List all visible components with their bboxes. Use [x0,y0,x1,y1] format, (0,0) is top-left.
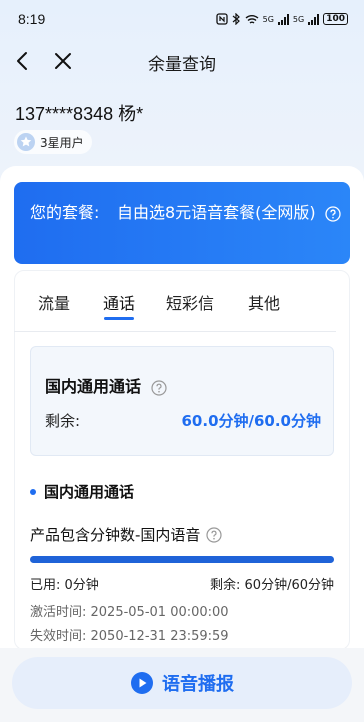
signal-icon-2 [308,13,320,25]
tab-calls[interactable]: 通话 [103,290,135,314]
user-phone: 137****8348 杨* [15,104,144,124]
summary-box: 国内通用通话 剩余: 60.0分钟/60.0分钟 [30,346,334,456]
usage-progress-fill [30,556,334,563]
status-bar: 8:19 5G 5G 100 [0,0,364,38]
summary-value: 60.0分钟/60.0分钟 [181,412,322,430]
help-icon[interactable] [325,205,341,222]
used-amount: 已用: 0分钟 [30,578,99,593]
tab-other[interactable]: 其他 [248,290,280,314]
summary-title-wrap: 国内通用通话 [45,373,167,397]
plan-name: 自由选8元语音套餐(全网版) [117,203,316,222]
remaining-amount: 剩余: 60分钟/60分钟 [210,578,334,593]
nfc-icon [215,13,228,25]
activation-time: 激活时间: 2025-05-01 00:00:00 [30,605,229,620]
star-badge-icon [17,133,35,151]
tab-data[interactable]: 流量 [38,290,70,314]
plan-name-wrap: 自由选8元语音套餐(全网版) [117,199,342,226]
expiration-time: 失效时间: 2050-12-31 23:59:59 [30,629,229,644]
wifi-icon [245,14,259,24]
user-level-label: 3星用户 [40,135,84,150]
voice-broadcast-button[interactable]: 语音播报 [12,657,352,709]
bullet-dot [30,488,36,495]
item-title-text: 产品包含分钟数-国内语音 [30,526,201,544]
status-time: 8:19 [18,11,46,27]
user-level-badge: 3星用户 [14,130,92,154]
summary-label: 剩余: [45,412,81,430]
tab-bar: 流量 通话 短彩信 其他 [14,284,336,332]
usage-progress-bar [30,556,334,563]
tab-sms[interactable]: 短彩信 [166,290,214,314]
page-title: 余量查询 [148,55,216,75]
summary-title: 国内通用通话 [45,377,142,396]
section-title-text: 国内通用通话 [44,483,135,501]
item-title: 产品包含分钟数-国内语音 [30,524,223,545]
help-icon[interactable] [150,379,167,396]
signal-label-1: 5G [262,14,274,24]
nav-bar: 余量查询 [0,40,364,82]
voice-broadcast-label: 语音播报 [162,674,234,695]
play-icon [131,672,153,694]
battery-icon: 100 [323,13,348,25]
active-tab-indicator [104,317,134,320]
plan-label: 您的套餐: [30,203,100,222]
bluetooth-icon [232,13,240,25]
status-icons: 5G 5G 100 [215,13,348,25]
signal-label-2: 5G [292,14,305,24]
signal-icon-1 [277,13,289,25]
plan-banner: 您的套餐: 自由选8元语音套餐(全网版) [14,182,350,264]
section-title: 国内通用通话 [30,481,134,502]
help-icon[interactable] [206,526,223,543]
